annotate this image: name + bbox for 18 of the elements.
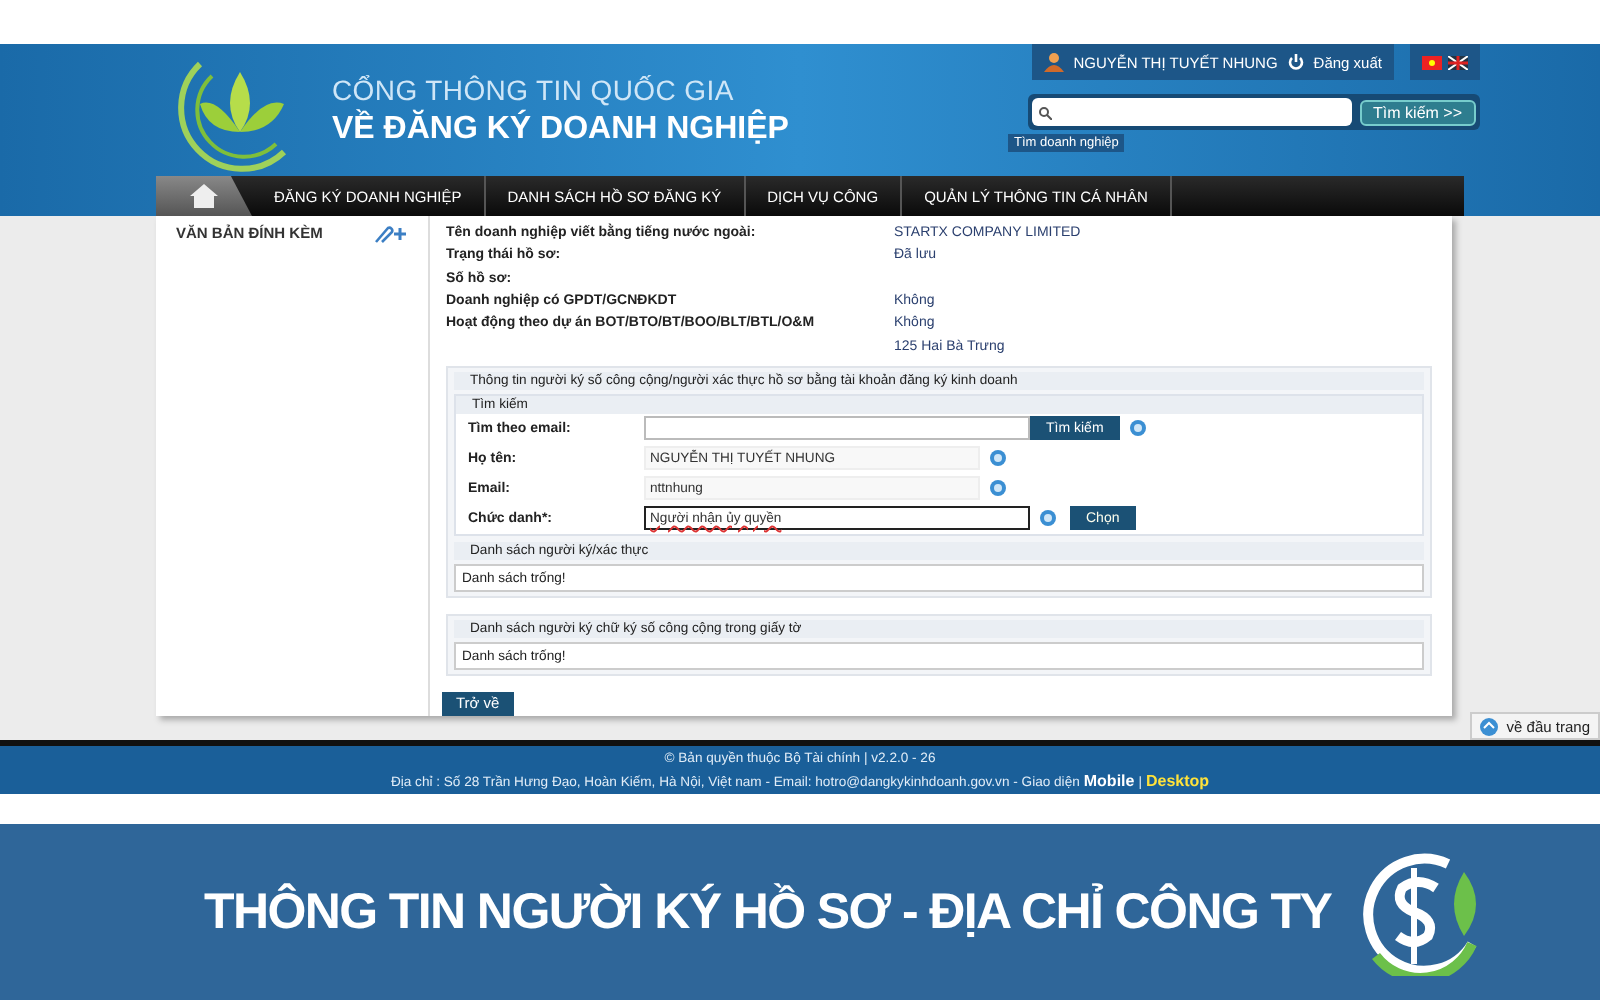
search-icon	[1037, 105, 1052, 119]
email-input[interactable]	[644, 416, 1030, 441]
power-icon[interactable]	[1287, 54, 1304, 70]
mobile-link[interactable]: Mobile	[1083, 771, 1135, 789]
desktop-link[interactable]: Desktop	[1145, 771, 1210, 789]
user-icon	[1043, 52, 1064, 72]
help-icon[interactable]	[1129, 420, 1146, 437]
help-icon[interactable]	[1040, 510, 1056, 527]
banner-title: THÔNG TIN NGƯỜI KÝ HỒ SƠ - ĐỊA CHỈ CÔNG TY	[204, 881, 1332, 944]
portal-subtitle: VỀ ĐĂNG KÝ DOANH NGHIỆP	[332, 111, 789, 147]
vietnam-flag-icon[interactable]	[1422, 55, 1442, 69]
uk-flag-icon[interactable]	[1448, 55, 1468, 69]
home-icon	[190, 184, 218, 208]
paperclip-plus-icon[interactable]	[372, 224, 408, 244]
search-field[interactable]	[1031, 98, 1352, 126]
home-tab[interactable]	[156, 176, 252, 216]
portal-title: CỔNG THÔNG TIN QUỐC GIA	[332, 73, 736, 105]
search-button[interactable]: Tìm kiếm >>	[1359, 99, 1476, 125]
